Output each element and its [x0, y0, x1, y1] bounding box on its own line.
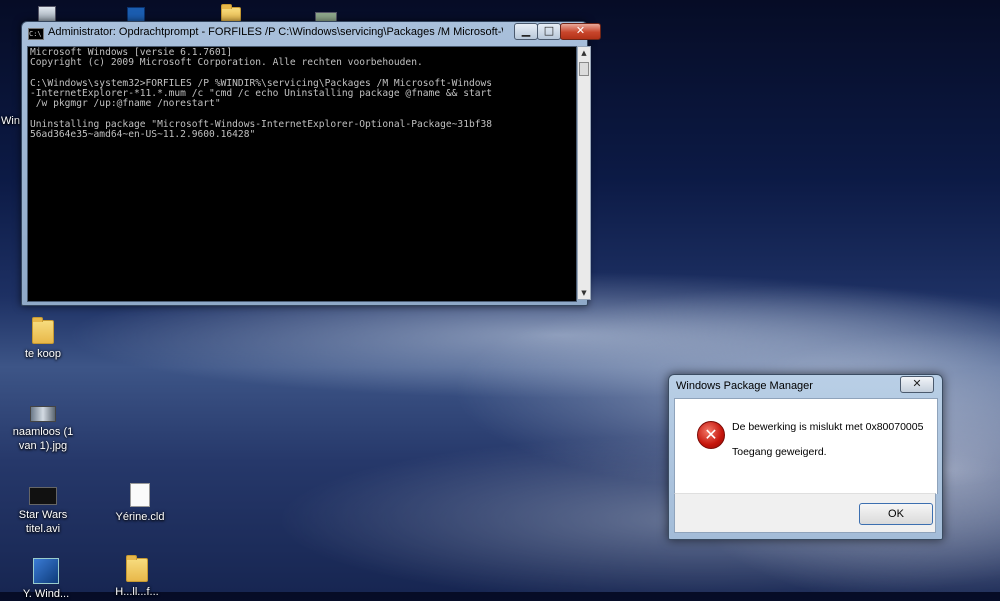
dialog-body: ✕ De bewerking is mislukt met 0x80070005…	[674, 398, 938, 494]
vertical-scrollbar[interactable]: ▲ ▼	[577, 46, 591, 300]
folder-icon	[126, 555, 148, 582]
title-bar[interactable]: C:\ Administrator: Opdrachtprompt - FORF…	[22, 22, 601, 44]
console-text: Microsoft Windows [versie 6.1.7601] Copy…	[28, 47, 576, 142]
console-line: Copyright (c) 2009 Microsoft Corporation…	[30, 57, 423, 69]
desktop-icon-y-wind[interactable]: Y. Wind...	[6, 558, 86, 601]
close-button[interactable]: ✕	[560, 23, 601, 40]
window-title: Administrator: Opdrachtprompt - FORFILES…	[48, 26, 503, 38]
desktop-icon-te-koop[interactable]: te koop	[3, 317, 83, 361]
folder-icon	[32, 317, 54, 344]
dialog-title: Windows Package Manager	[676, 380, 813, 392]
desktop-icon-yerine[interactable]: Yérine.cld	[100, 483, 180, 524]
scroll-down-icon[interactable]: ▼	[578, 287, 590, 299]
console-output[interactable]: Microsoft Windows [versie 6.1.7601] Copy…	[27, 46, 577, 302]
document-file-icon	[130, 483, 150, 507]
scroll-thumb[interactable]	[579, 62, 589, 76]
recycle-bin-icon[interactable]	[38, 6, 56, 22]
desktop-icon-label: Win	[1, 115, 20, 127]
desktop-icon-label: naamloos (1 van 1).jpg	[12, 426, 74, 452]
app-icon	[33, 558, 59, 584]
desktop-icon-label: H...ll...f...	[115, 586, 159, 598]
command-prompt-window[interactable]: C:\ Administrator: Opdrachtprompt - FORF…	[21, 21, 601, 306]
desktop-icon-label: Star Wars titel.avi	[18, 509, 68, 535]
scroll-up-icon[interactable]: ▲	[578, 47, 590, 59]
dialog-close-button[interactable]: ✕	[900, 376, 934, 393]
desktop-icon-naamloos[interactable]: naamloos (1 van 1).jpg	[3, 406, 83, 453]
desktop-icon-label: te koop	[24, 348, 62, 360]
ok-button[interactable]: OK	[859, 503, 933, 525]
error-message: De bewerking is mislukt met 0x80070005	[732, 421, 924, 433]
error-x-icon: ✕	[697, 421, 725, 449]
image-file-icon	[30, 406, 56, 422]
console-line: 56ad364e35~amd64~en-US~11.2.9600.16428"	[30, 129, 256, 141]
desktop-icon-label: Y. Wind...	[22, 588, 70, 600]
outlook-icon[interactable]	[127, 7, 145, 22]
folder-icon[interactable]	[221, 4, 241, 22]
dialog-footer: OK	[674, 493, 936, 533]
package-manager-dialog[interactable]: Windows Package Manager ✕ ✕ De bewerking…	[668, 374, 943, 540]
maximize-button[interactable]: □	[537, 23, 561, 40]
console-line: /w pkgmgr /up:@fname /norestart"	[30, 98, 221, 110]
minimize-button[interactable]: ▁	[514, 23, 538, 40]
video-file-icon	[29, 487, 57, 505]
console-app-icon: C:\	[28, 28, 44, 40]
desktop-icon-label: Yérine.cld	[115, 511, 165, 523]
error-detail: Toegang geweigerd.	[732, 446, 827, 458]
desktop-icon-win-partial[interactable]: Win	[0, 114, 20, 128]
desktop-icon-star-wars[interactable]: Star Wars titel.avi	[3, 487, 83, 536]
desktop-icon-folder-bottom[interactable]: H...ll...f...	[97, 555, 177, 599]
